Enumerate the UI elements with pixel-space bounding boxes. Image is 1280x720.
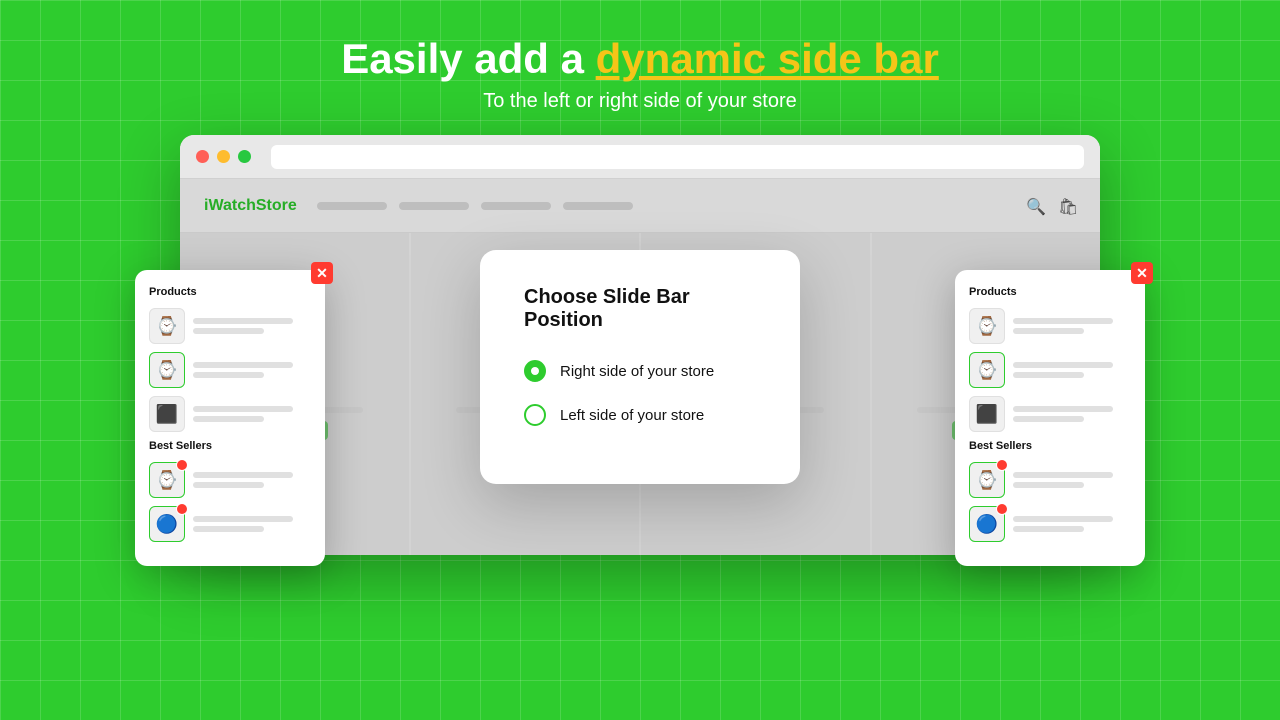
right-bestseller-lines-2	[1013, 516, 1131, 532]
right-bestseller-1: ⌚	[969, 462, 1131, 498]
left-bestseller-lines-2	[193, 516, 311, 532]
left-close-button[interactable]: ✕	[311, 262, 333, 284]
right-product-thumb-3: ⬛	[969, 396, 1005, 432]
left-products-title: Products	[149, 286, 311, 298]
left-bestseller-2: 🔵	[149, 506, 311, 542]
header-section: Easily add a dynamic side bar To the lef…	[341, 0, 939, 113]
right-product-thumb-1: ⌚	[969, 308, 1005, 344]
right-line-3a	[1013, 406, 1113, 412]
right-sidebar-panel: ✕ Products ⌚ ⌚ ⬛ Best Sellers	[955, 270, 1145, 566]
modal-title: Choose Slide Bar Position	[524, 286, 756, 332]
right-product-3: ⬛	[969, 396, 1131, 432]
left-product-lines-3	[193, 406, 311, 422]
radio-left-label: Left side of your store	[560, 407, 704, 424]
left-product-thumb-3: ⬛	[149, 396, 185, 432]
dot-green[interactable]	[238, 150, 251, 163]
radio-right-label: Right side of your store	[560, 363, 714, 380]
left-bestseller-thumb-2: 🔵	[149, 506, 185, 542]
left-line-3a	[193, 406, 293, 412]
right-badge-2	[996, 503, 1008, 515]
right-product-2: ⌚	[969, 352, 1131, 388]
radio-option-right[interactable]: Right side of your store	[524, 360, 756, 382]
right-product-lines-2	[1013, 362, 1131, 378]
right-close-button[interactable]: ✕	[1131, 262, 1153, 284]
page-container: Easily add a dynamic side bar To the lef…	[0, 0, 1280, 720]
right-line-1a	[1013, 318, 1113, 324]
left-product-lines-1	[193, 318, 311, 334]
right-bestseller-2: 🔵	[969, 506, 1131, 542]
url-bar	[271, 145, 1084, 169]
right-products-title: Products	[969, 286, 1131, 298]
right-line-1b	[1013, 328, 1084, 334]
right-bestseller-thumb-2: 🔵	[969, 506, 1005, 542]
browser-chrome	[180, 135, 1100, 179]
dot-red[interactable]	[196, 150, 209, 163]
left-line-3b	[193, 416, 264, 422]
right-product-lines-1	[1013, 318, 1131, 334]
left-bestsellers-title: Best Sellers	[149, 440, 311, 452]
left-line-1b	[193, 328, 264, 334]
left-product-lines-2	[193, 362, 311, 378]
radio-left[interactable]	[524, 404, 546, 426]
left-badge-2	[176, 503, 188, 515]
left-bline-2a	[193, 516, 293, 522]
right-badge-1	[996, 459, 1008, 471]
left-line-2a	[193, 362, 293, 368]
right-bline-2a	[1013, 516, 1113, 522]
radio-right[interactable]	[524, 360, 546, 382]
left-bline-1a	[193, 472, 293, 478]
right-bline-2b	[1013, 526, 1084, 532]
left-product-3: ⬛	[149, 396, 311, 432]
main-title: Easily add a dynamic side bar	[341, 36, 939, 82]
right-line-3b	[1013, 416, 1084, 422]
right-bline-1b	[1013, 482, 1084, 488]
left-bestseller-thumb-1: ⌚	[149, 462, 185, 498]
left-product-thumb-2: ⌚	[149, 352, 185, 388]
radio-option-left[interactable]: Left side of your store	[524, 404, 756, 426]
title-highlight: dynamic side bar	[596, 35, 939, 82]
left-bestseller-lines-1	[193, 472, 311, 488]
right-product-1: ⌚	[969, 308, 1131, 344]
modal: Choose Slide Bar Position Right side of …	[480, 250, 800, 484]
subtitle: To the left or right side of your store	[341, 90, 939, 113]
right-product-lines-3	[1013, 406, 1131, 422]
right-bestseller-thumb-1: ⌚	[969, 462, 1005, 498]
left-badge-1	[176, 459, 188, 471]
left-line-1a	[193, 318, 293, 324]
right-product-thumb-2: ⌚	[969, 352, 1005, 388]
left-product-thumb-1: ⌚	[149, 308, 185, 344]
left-bestseller-1: ⌚	[149, 462, 311, 498]
dot-yellow[interactable]	[217, 150, 230, 163]
left-line-2b	[193, 372, 264, 378]
left-product-1: ⌚	[149, 308, 311, 344]
left-bline-1b	[193, 482, 264, 488]
right-bline-1a	[1013, 472, 1113, 478]
left-sidebar-panel: ✕ Products ⌚ ⌚ ⬛ Best Sellers	[135, 270, 325, 566]
right-bestseller-lines-1	[1013, 472, 1131, 488]
left-bline-2b	[193, 526, 264, 532]
right-line-2a	[1013, 362, 1113, 368]
left-product-2: ⌚	[149, 352, 311, 388]
right-bestsellers-title: Best Sellers	[969, 440, 1131, 452]
right-line-2b	[1013, 372, 1084, 378]
